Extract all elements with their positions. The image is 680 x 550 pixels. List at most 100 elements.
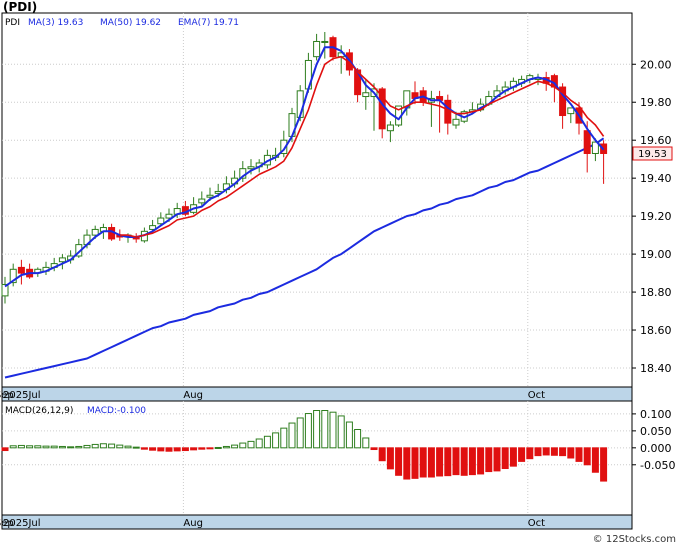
candle-body bbox=[452, 118, 460, 126]
candle-body bbox=[313, 40, 321, 58]
macd-bar-positive bbox=[255, 438, 263, 449]
macd-bar-positive bbox=[304, 413, 312, 449]
macd-x-tick-label: Aug bbox=[183, 518, 203, 529]
macd-bar-negative bbox=[140, 447, 148, 450]
macd-bar-positive bbox=[362, 437, 370, 449]
chart-title: (PDI) bbox=[3, 0, 37, 14]
macd-bar-negative bbox=[559, 447, 567, 457]
macd-bar-negative bbox=[542, 447, 550, 456]
candle-body bbox=[91, 228, 99, 236]
price-badge-label: 19.53 bbox=[638, 149, 667, 160]
candle-body bbox=[157, 217, 165, 225]
candle-body bbox=[247, 166, 255, 170]
macd-bar-negative bbox=[198, 447, 206, 450]
price-panel-frame bbox=[1, 12, 633, 388]
macd-bar-negative bbox=[509, 447, 517, 467]
price-x-tick-label: Oct bbox=[528, 390, 545, 401]
macd-bar-positive bbox=[280, 427, 288, 449]
macd-bar-positive bbox=[116, 444, 124, 449]
macd-bar-negative bbox=[534, 447, 542, 457]
legend-ma50: MA(50) 19.62 bbox=[100, 18, 161, 28]
macd-bar-positive bbox=[296, 417, 304, 449]
macd-bar-negative bbox=[386, 447, 394, 470]
macd-bar-positive bbox=[91, 443, 99, 449]
macd-bar-positive bbox=[231, 444, 239, 449]
macd-bar-positive bbox=[132, 446, 140, 449]
macd-bar-negative bbox=[403, 447, 411, 480]
candle-body bbox=[444, 99, 452, 124]
macd-bar-positive bbox=[272, 432, 280, 449]
macd-bar-negative bbox=[518, 447, 526, 462]
candle-body bbox=[206, 194, 214, 198]
price-y-tick-label: 19.20 bbox=[640, 210, 672, 223]
macd-bar-negative bbox=[600, 447, 608, 482]
macd-bar-negative bbox=[477, 447, 485, 475]
macd-bar-negative bbox=[460, 447, 468, 476]
macd-bar-negative bbox=[493, 447, 501, 472]
macd-bar-negative bbox=[468, 447, 476, 476]
macd-bar-negative bbox=[149, 447, 157, 451]
macd-legend-value: MACD:-0.100 bbox=[87, 406, 146, 416]
stock-chart: 18.40 18.60 18.80 19.00 19.20 19.40 19.60 19.80… bbox=[0, 0, 680, 546]
macd-bar-negative bbox=[591, 447, 599, 473]
macd-legend-params: MACD(26,12,9) bbox=[5, 406, 73, 416]
price-y-tick-label: 19.00 bbox=[640, 248, 672, 261]
macd-bar-positive bbox=[288, 422, 296, 449]
macd-bar-negative bbox=[157, 447, 165, 452]
price-x-tick-label: Aug bbox=[183, 390, 203, 401]
macd-bar-positive bbox=[313, 410, 321, 449]
macd-bar-positive bbox=[50, 445, 58, 449]
macd-bar-positive bbox=[67, 446, 75, 449]
macd-bar-negative bbox=[567, 447, 575, 459]
candle-body bbox=[567, 107, 575, 115]
legend-ma3: MA(3) 19.63 bbox=[28, 18, 83, 28]
macd-bar-positive bbox=[108, 443, 116, 449]
macd-bar-negative bbox=[370, 447, 378, 451]
macd-bar-negative bbox=[173, 447, 181, 452]
macd-bar-negative bbox=[206, 447, 214, 450]
price-x-tick-label: Sep bbox=[0, 390, 14, 401]
macd-bar-negative bbox=[436, 447, 444, 477]
macd-bar-positive bbox=[222, 445, 230, 449]
macd-x-tick-label: Sep bbox=[0, 518, 14, 529]
macd-bar-positive bbox=[124, 445, 132, 449]
macd-bar-negative bbox=[378, 447, 386, 462]
macd-bar-positive bbox=[345, 421, 353, 449]
macd-bar-positive bbox=[329, 411, 337, 449]
macd-y-tick-label: 0.000 bbox=[640, 442, 672, 455]
candle-body bbox=[321, 40, 329, 43]
macd-bar-positive bbox=[247, 440, 255, 449]
macd-bar-negative bbox=[501, 447, 509, 470]
macd-bar-positive bbox=[214, 446, 222, 449]
macd-bar-negative bbox=[583, 447, 591, 466]
macd-bar-negative bbox=[411, 447, 419, 479]
macd-y-tick-label: -0.050 bbox=[640, 459, 675, 472]
macd-y-tick-label: 0.050 bbox=[640, 425, 672, 438]
macd-bar-negative bbox=[419, 447, 427, 478]
macd-bar-negative bbox=[444, 447, 452, 477]
candle-body bbox=[17, 266, 25, 274]
price-y-tick-label: 20.00 bbox=[640, 58, 672, 71]
candle-body bbox=[583, 130, 591, 154]
macd-bar-positive bbox=[263, 435, 271, 449]
macd-bar-positive bbox=[42, 445, 50, 449]
macd-bar-negative bbox=[190, 447, 198, 451]
legend-ema7: EMA(7) 19.71 bbox=[178, 18, 239, 28]
candle-body bbox=[198, 198, 206, 204]
chart-canvas: 18.40 18.60 18.80 19.00 19.20 19.40 19.60 19.80… bbox=[0, 0, 680, 546]
macd-bar-positive bbox=[83, 444, 91, 449]
legend-ticker: PDI bbox=[5, 18, 20, 28]
macd-bar-positive bbox=[239, 442, 247, 449]
price-y-tick-label: 19.80 bbox=[640, 96, 672, 109]
macd-bar-negative bbox=[526, 447, 534, 460]
watermark: © 12Stocks.com bbox=[593, 534, 676, 545]
macd-bar-positive bbox=[58, 445, 66, 449]
price-y-tick-label: 18.60 bbox=[640, 324, 672, 337]
candle-body bbox=[362, 92, 370, 98]
macd-bar-negative bbox=[485, 447, 493, 473]
macd-bar-positive bbox=[99, 443, 107, 449]
candle-body bbox=[386, 124, 394, 132]
macd-bar-positive bbox=[321, 410, 329, 449]
macd-bar-positive bbox=[34, 445, 42, 449]
macd-bar-negative bbox=[550, 447, 558, 456]
